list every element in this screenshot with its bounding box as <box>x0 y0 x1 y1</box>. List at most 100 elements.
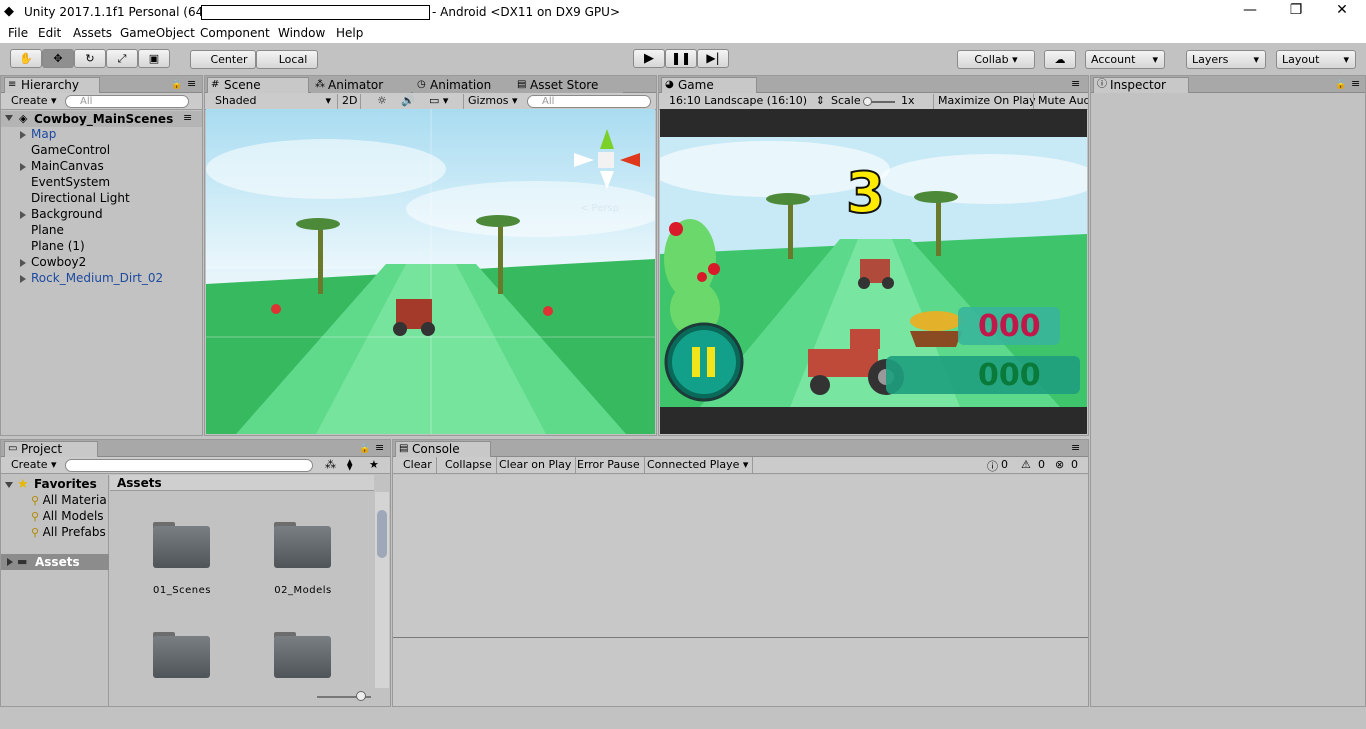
panel-menu-icon[interactable]: ≡ <box>1351 77 1360 90</box>
console-connected-player-dropdown[interactable]: Connected Playe ▾ <box>643 457 754 473</box>
panel-menu-icon[interactable]: ≡ <box>1071 441 1080 454</box>
menu-component[interactable]: Component <box>200 26 270 40</box>
expanded-arrow-icon[interactable] <box>5 482 13 488</box>
step-button[interactable]: ▶| <box>697 49 729 68</box>
hierarchy-search-input[interactable]: All <box>65 95 189 108</box>
gizmos-dropdown[interactable]: Gizmos ▾ <box>463 94 518 109</box>
tab-project[interactable]: ▭ Project <box>4 441 98 457</box>
scene-menu-icon[interactable]: ≡ <box>183 111 192 124</box>
tab-game[interactable]: ◕ Game <box>661 77 757 93</box>
warning-icon[interactable]: ⚠ <box>1021 458 1031 471</box>
y-axis-cone-icon[interactable] <box>600 129 614 149</box>
collapsed-arrow-icon[interactable] <box>20 163 26 171</box>
error-icon[interactable]: ⊗ <box>1055 458 1064 471</box>
panel-menu-icon[interactable]: ≡ <box>1071 77 1080 90</box>
maximize-button[interactable]: ❐ <box>1276 2 1316 22</box>
console-clear-button[interactable]: Clear <box>399 457 437 473</box>
menu-edit[interactable]: Edit <box>38 26 61 40</box>
persp-label[interactable]: < Persp <box>580 203 619 214</box>
hierarchy-item[interactable]: Plane (1) <box>31 239 85 253</box>
hierarchy-item[interactable]: Background <box>31 207 103 221</box>
neg-x-axis-cone-icon[interactable] <box>574 153 594 167</box>
project-scrollbar[interactable] <box>375 492 389 688</box>
tab-inspector[interactable]: ⓘ Inspector <box>1093 77 1189 93</box>
play-button[interactable]: ▶ <box>633 49 665 68</box>
scene-viewport[interactable]: < Persp <box>206 109 655 434</box>
hierarchy-item[interactable]: Map <box>31 127 56 141</box>
panel-menu-icon[interactable]: ≡ <box>187 77 196 90</box>
scrollbar-thumb[interactable] <box>377 510 387 558</box>
favorite-item[interactable]: ⚲ All Prefabs <box>31 525 106 539</box>
collapsed-arrow-icon[interactable] <box>20 131 26 139</box>
project-search-input[interactable] <box>65 459 313 472</box>
console-log-area[interactable] <box>393 475 1088 637</box>
collapsed-arrow-icon[interactable] <box>7 558 13 566</box>
layers-dropdown[interactable]: Layers ▾ <box>1186 50 1266 69</box>
console-error-pause-button[interactable]: Error Pause <box>573 457 645 473</box>
tab-console[interactable]: ▤ Console <box>395 441 491 457</box>
breadcrumb-assets[interactable]: Assets <box>117 476 162 490</box>
folder-icon[interactable] <box>274 632 331 678</box>
filter-by-label-icon[interactable]: ⧫ <box>343 458 352 473</box>
gizmo-center-cube-icon[interactable] <box>598 152 614 168</box>
hierarchy-item[interactable]: Cowboy2 <box>31 255 86 269</box>
filter-by-type-icon[interactable]: ⁂ <box>321 458 336 473</box>
mute-audio-toggle[interactable]: Mute Audi <box>1033 94 1088 109</box>
favorite-item[interactable]: ⚲ All Models <box>31 509 104 523</box>
lighting-toggle-icon[interactable]: ☼ <box>373 94 387 109</box>
shading-mode-dropdown[interactable]: Shaded ▾ <box>211 94 331 109</box>
account-dropdown[interactable]: Account ▾ <box>1085 50 1165 69</box>
minimize-button[interactable]: — <box>1230 2 1270 22</box>
game-viewport[interactable]: 3 000 000 <box>660 109 1087 434</box>
scene-search-input[interactable]: All <box>527 95 651 108</box>
tab-animation[interactable]: ◷ Animation <box>413 77 513 93</box>
lock-icon[interactable]: 🔒 <box>1335 80 1346 90</box>
move-tool-icon[interactable]: ✥ <box>42 49 74 68</box>
scale-tool-icon[interactable]: ⤢ <box>106 49 138 68</box>
audio-toggle-icon[interactable]: 🔊 <box>397 94 415 109</box>
pivot-space-toggle[interactable]: Local <box>256 50 318 69</box>
panel-menu-icon[interactable]: ≡ <box>375 441 384 454</box>
layout-dropdown[interactable]: Layout ▾ <box>1276 50 1356 69</box>
icon-size-slider-thumb[interactable] <box>356 691 366 701</box>
collapsed-arrow-icon[interactable] <box>20 259 26 267</box>
maximize-on-play-toggle[interactable]: Maximize On Play <box>933 94 1036 109</box>
menu-gameobject[interactable]: GameObject <box>120 26 195 40</box>
hierarchy-item[interactable]: EventSystem <box>31 175 110 189</box>
info-icon[interactable]: ⓘ <box>987 458 998 474</box>
pause-button[interactable]: ❚❚ <box>665 49 697 68</box>
hierarchy-item[interactable]: GameControl <box>31 143 110 157</box>
scene-gizmo[interactable] <box>574 129 644 189</box>
hierarchy-item[interactable]: Directional Light <box>31 191 130 205</box>
tab-animator[interactable]: ⁂ Animator <box>311 77 411 93</box>
favorite-star-icon[interactable]: ★ <box>365 458 379 473</box>
console-collapse-button[interactable]: Collapse <box>441 457 497 473</box>
hand-tool-icon[interactable]: ✋ <box>10 49 42 68</box>
effects-toggle-icon[interactable]: ▭ ▾ <box>425 94 448 109</box>
collapsed-arrow-icon[interactable] <box>20 275 26 283</box>
favorite-item[interactable]: ⚲ All Materia <box>31 493 107 507</box>
hierarchy-item[interactable]: MainCanvas <box>31 159 104 173</box>
lock-icon[interactable]: 🔒 <box>171 80 182 90</box>
menu-file[interactable]: File <box>8 26 28 40</box>
scene-header-row[interactable]: ◈ Cowboy_MainScenes ≡ <box>1 111 202 127</box>
close-button[interactable]: ✕ <box>1322 2 1362 22</box>
cloud-icon[interactable]: ☁ <box>1044 50 1076 69</box>
tab-asset-store[interactable]: ▤ Asset Store <box>513 77 623 93</box>
folder-label[interactable]: 02_Models <box>258 585 348 596</box>
folder-icon[interactable] <box>153 522 210 568</box>
collapsed-arrow-icon[interactable] <box>20 211 26 219</box>
tab-hierarchy[interactable]: ≡ Hierarchy <box>4 77 100 93</box>
neg-y-axis-cone-icon[interactable] <box>600 171 614 189</box>
2d-toggle[interactable]: 2D <box>337 94 361 109</box>
lock-icon[interactable]: 🔒 <box>359 444 370 454</box>
expanded-arrow-icon[interactable] <box>5 115 13 121</box>
pivot-center-toggle[interactable]: Center <box>190 50 256 69</box>
console-clear-on-play-button[interactable]: Clear on Play <box>495 457 577 473</box>
assets-root-item[interactable]: ▬ Assets <box>1 554 109 570</box>
collab-button[interactable]: Collab ▾ <box>957 50 1035 69</box>
menu-assets[interactable]: Assets <box>73 26 112 40</box>
project-create-dropdown[interactable]: Create ▾ <box>7 458 57 473</box>
folder-icon[interactable] <box>274 522 331 568</box>
tab-scene[interactable]: # Scene <box>207 77 309 93</box>
